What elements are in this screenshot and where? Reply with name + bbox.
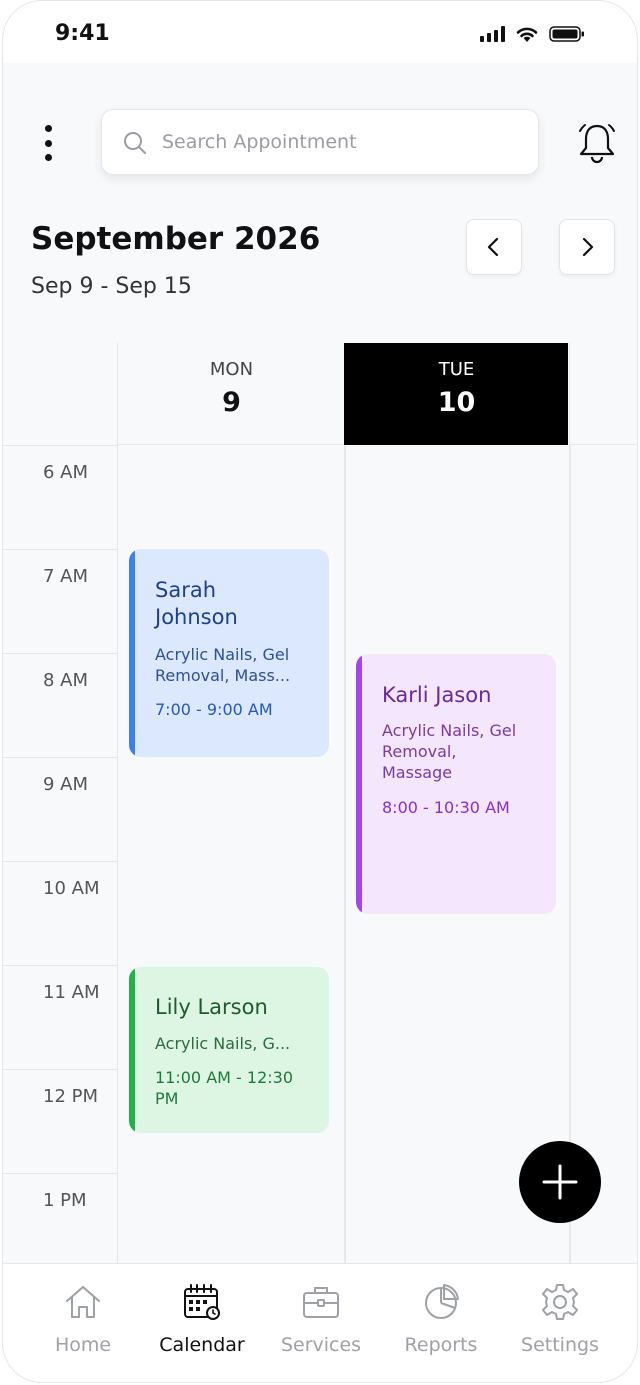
search-bar[interactable] [101,109,539,175]
tab-settings[interactable]: Settings [500,1264,620,1374]
hour-row: 7 AM [3,549,117,653]
hour-row: 10 AM [3,861,117,965]
appointment-card-lily-larson[interactable]: Lily Larson Acrylic Nails, G... 11:00 AM… [129,967,329,1133]
tab-label: Settings [521,1334,599,1356]
tab-services[interactable]: Services [261,1264,381,1374]
appointment-time: 11:00 AM - 12:30 [155,1068,293,1087]
tab-calendar[interactable]: Calendar [142,1264,262,1374]
dot-icon [44,154,52,161]
appointment-card-karli-jason[interactable]: Karli Jason Acrylic Nails, Gel Removal, … [356,654,556,914]
hour-label: 11 AM [43,982,100,1003]
search-input[interactable] [162,120,522,164]
appointment-name: Johnson [155,605,238,629]
appointment-services: Massage [382,763,453,782]
appointment-name: Lily Larson [155,995,268,1019]
appointment-accent-bar [129,967,135,1133]
hour-label: 7 AM [43,566,89,587]
home-icon [66,1286,100,1318]
dot-icon [44,125,52,132]
tab-label: Reports [404,1334,478,1356]
next-week-button[interactable] [559,219,615,275]
appointment-services: Removal, Mass... [155,666,291,685]
day-name: MON [209,359,254,380]
notification-bell-icon[interactable] [575,121,619,165]
appointment-card-sarah-johnson[interactable]: Sarah Johnson Acrylic Nails, Gel Removal… [129,549,329,757]
add-appointment-button[interactable] [519,1141,601,1223]
hour-label: 12 PM [43,1086,99,1107]
appointment-accent-bar [129,549,135,757]
hour-label: 1 PM [43,1190,87,1211]
appointment-time: 7:00 - 9:00 AM [155,700,273,719]
chevron-left-icon [487,237,499,257]
hour-label: 9 AM [43,774,89,795]
status-bar: 9:41 [3,1,637,63]
hour-row: 12 PM [3,1069,117,1173]
tab-label: Home [54,1334,112,1356]
hour-row: 8 AM [3,653,117,757]
dot-icon [44,139,52,147]
hour-row: 11 AM [3,965,117,1069]
appointment-services: Removal, [382,742,457,761]
appointment-time: PM [155,1089,179,1108]
briefcase-icon [303,1287,339,1318]
column-divider [569,445,571,1263]
hour-label: 6 AM [43,462,89,483]
appointment-services: Acrylic Nails, Gel [155,645,290,664]
status-time: 9:41 [55,21,110,46]
column-divider [117,445,118,1263]
more-menu-button[interactable] [37,125,59,161]
appointment-time: 8:00 - 10:30 AM [382,798,510,817]
search-icon [124,132,146,154]
phone-screen: 9:41 Search Appointment September 2026 S… [2,0,638,1383]
wifi-icon [516,27,538,42]
week-range: Sep 9 - Sep 15 [31,274,192,299]
signal-icon [480,26,505,42]
hour-row: 6 AM [3,445,117,549]
top-bar [3,107,637,177]
pie-chart-icon [425,1284,459,1319]
previous-week-button[interactable] [466,219,522,275]
appointment-services: Acrylic Nails, Gel [382,721,517,740]
plus-icon [542,1164,578,1200]
tab-label: Calendar [159,1334,245,1356]
appointment-services: Acrylic Nails, G... [155,1034,291,1053]
bottom-tab-bar: Home Calendar Services Reports Settings [3,1263,637,1382]
day-number: 10 [437,387,476,418]
day-header-wed[interactable] [569,343,637,445]
chevron-right-icon [582,237,594,257]
day-header-tue[interactable]: TUE 10 [344,343,568,445]
day-header-mon[interactable]: MON 9 [117,343,345,445]
tab-reports[interactable]: Reports [381,1264,501,1374]
appointment-accent-bar [356,654,362,914]
hour-label: 10 AM [43,878,100,899]
status-icons [480,25,585,43]
hour-label: 8 AM [43,670,89,691]
calendar-icon [184,1284,220,1320]
tab-home[interactable]: Home [23,1264,143,1374]
appointment-name: Karli Jason [382,683,492,707]
tab-label: Services [280,1334,362,1356]
column-divider [344,445,346,1263]
battery-icon [549,26,584,42]
month-title: September 2026 [31,221,321,257]
hour-row: 1 PM [3,1173,117,1277]
appointment-name: Sarah [155,578,217,602]
hour-row: 9 AM [3,757,117,861]
day-number: 9 [222,387,241,418]
day-name: TUE [438,359,475,380]
gear-icon [542,1284,578,1320]
